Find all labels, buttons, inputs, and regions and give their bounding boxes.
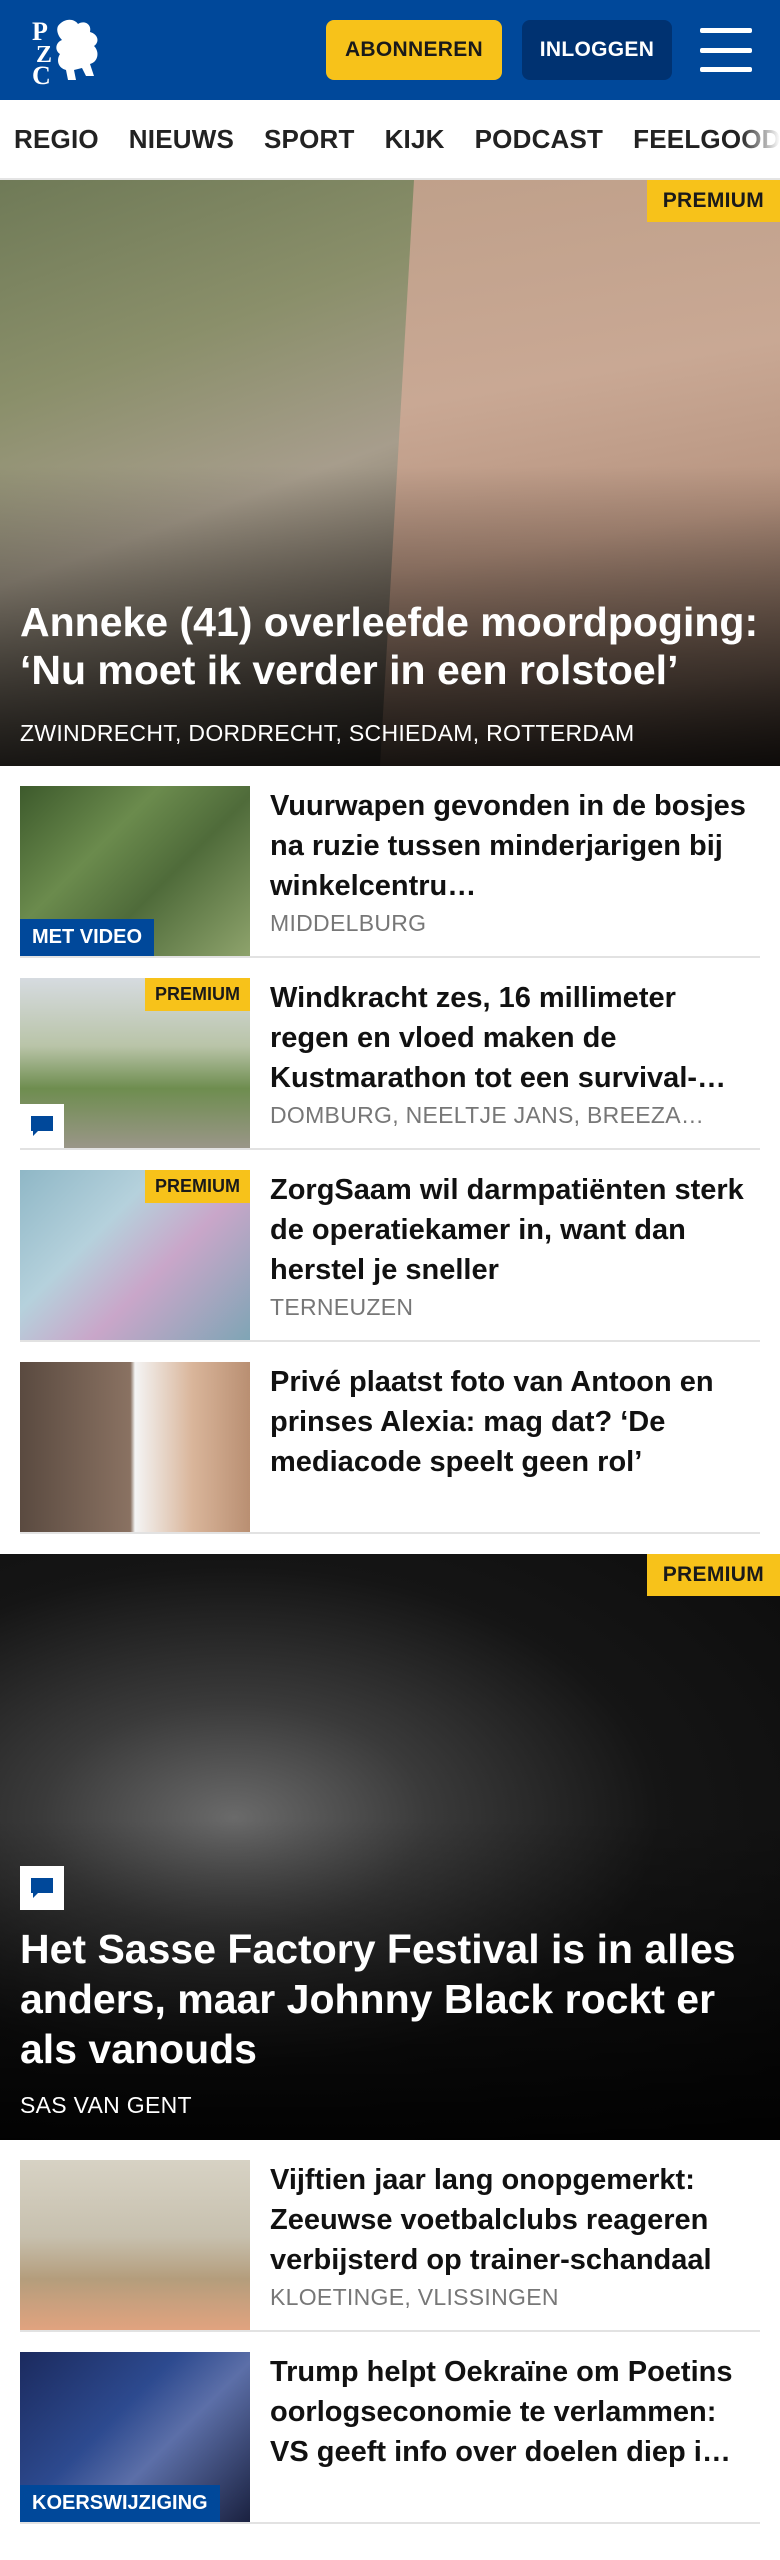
hamburger-icon[interactable] bbox=[700, 28, 752, 72]
list-item[interactable]: PREMIUM Windkracht zes, 16 millimeter re… bbox=[20, 958, 760, 1150]
login-button[interactable]: INLOGGEN bbox=[522, 20, 672, 80]
premium-badge: PREMIUM bbox=[145, 1170, 250, 1203]
site-header: P Z C ABONNEREN INLOGGEN bbox=[0, 0, 780, 100]
nav-scroll-fade bbox=[740, 100, 780, 178]
premium-badge: PREMIUM bbox=[646, 180, 780, 222]
article-location: MIDDELBURG bbox=[270, 910, 427, 937]
article-thumbnail bbox=[20, 2160, 250, 2330]
nav-item-sport[interactable]: SPORT bbox=[264, 124, 355, 155]
section-nav: REGIO NIEUWS SPORT KIJK PODCAST FEELGOOD bbox=[0, 100, 780, 180]
nav-item-kijk[interactable]: KIJK bbox=[385, 124, 445, 155]
subscribe-button[interactable]: ABONNEREN bbox=[326, 20, 502, 80]
article-thumbnail: KOERSWIJZIGING bbox=[20, 2352, 250, 2522]
list-item[interactable]: PREMIUM ZorgSaam wil darmpatiënten sterk… bbox=[20, 1150, 760, 1342]
article-location: TERNEUZEN bbox=[270, 1294, 414, 1321]
article-location: DOMBURG, NEELTJE JANS, BREEZA… bbox=[270, 1102, 705, 1129]
hamburger-line bbox=[700, 67, 752, 72]
list-item[interactable]: KOERSWIJZIGING Trump helpt Oekraïne om P… bbox=[20, 2332, 760, 2524]
list-item[interactable]: Vijftien jaar lang onopgemerkt: Zeeuwse … bbox=[20, 2140, 760, 2332]
hero-location: ZWINDRECHT, DORDRECHT, SCHIEDAM, ROTTERD… bbox=[20, 720, 635, 746]
article-thumbnail: MET VIDEO bbox=[20, 786, 250, 956]
hero-title[interactable]: Anneke (41) overleefde moordpoging: ‘Nu … bbox=[20, 598, 760, 695]
article-location: KLOETINGE, VLISSINGEN bbox=[270, 2284, 559, 2311]
article-title[interactable]: Trump helpt Oekraïne om Poetins oorlogse… bbox=[270, 2352, 760, 2472]
list-item[interactable]: Privé plaatst foto van Antoon en prinses… bbox=[20, 1342, 760, 1534]
video-label: MET VIDEO bbox=[20, 919, 155, 956]
article-thumbnail: PREMIUM bbox=[20, 1170, 250, 1340]
article-title[interactable]: Privé plaatst foto van Antoon en prinses… bbox=[270, 1362, 760, 1482]
article-title[interactable]: ZorgSaam wil darmpatiënten sterk de oper… bbox=[270, 1170, 760, 1290]
nav-item-regio[interactable]: REGIO bbox=[14, 124, 99, 155]
nav-item-podcast[interactable]: PODCAST bbox=[475, 124, 604, 155]
article-title[interactable]: Vuurwapen gevonden in de bosjes na ruzie… bbox=[270, 786, 760, 906]
hamburger-line bbox=[700, 47, 752, 53]
article-title[interactable]: Vijftien jaar lang onopgemerkt: Zeeuwse … bbox=[270, 2160, 760, 2280]
pzc-lion-logo-icon: P Z C bbox=[32, 17, 98, 90]
hero-article[interactable]: PREMIUM Anneke (41) overleefde moordpogi… bbox=[0, 180, 780, 766]
feature-location: SAS VAN GENT bbox=[20, 2092, 192, 2118]
pzc-logo[interactable]: P Z C bbox=[28, 12, 112, 90]
article-thumbnail: PREMIUM bbox=[20, 978, 250, 1148]
list-item[interactable]: MET VIDEO Vuurwapen gevonden in de bosje… bbox=[20, 766, 760, 958]
comment-icon bbox=[20, 1104, 64, 1148]
hamburger-line bbox=[700, 28, 752, 33]
nav-item-nieuws[interactable]: NIEUWS bbox=[129, 124, 234, 155]
article-thumbnail bbox=[20, 1362, 250, 1532]
koerswijziging-label: KOERSWIJZIGING bbox=[20, 2485, 220, 2522]
svg-text:C: C bbox=[32, 61, 51, 88]
feature-title[interactable]: Het Sasse Factory Festival is in alles a… bbox=[20, 1924, 760, 2074]
article-list: Vijftien jaar lang onopgemerkt: Zeeuwse … bbox=[0, 2140, 780, 2524]
comment-icon bbox=[20, 1866, 64, 1910]
article-title[interactable]: Windkracht zes, 16 millimeter regen en v… bbox=[270, 978, 760, 1098]
feature-article[interactable]: PREMIUM Het Sasse Factory Festival is in… bbox=[0, 1554, 780, 2140]
premium-badge: PREMIUM bbox=[145, 978, 250, 1011]
article-list: MET VIDEO Vuurwapen gevonden in de bosje… bbox=[0, 766, 780, 1534]
premium-badge: PREMIUM bbox=[646, 1554, 780, 1596]
